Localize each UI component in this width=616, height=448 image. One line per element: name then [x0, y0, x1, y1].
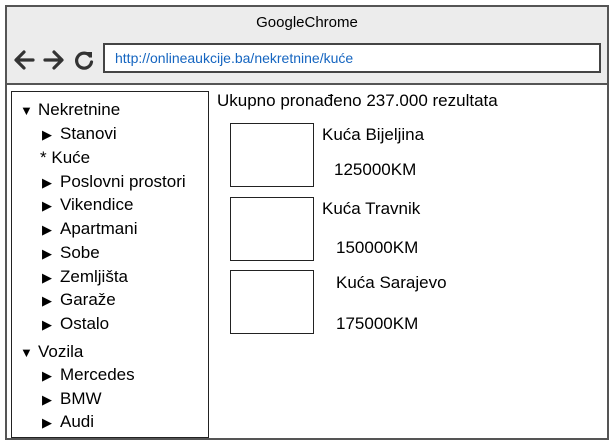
result-title[interactable]: Kuća Bijeljina [322, 125, 424, 145]
tree-item-label: Stanovi [60, 124, 117, 143]
tree-group-label: Vozila [38, 342, 84, 361]
collapsed-arrow-icon: ▶ [42, 222, 52, 237]
tree-item-garaze[interactable]: ▶ Garaže [42, 290, 116, 310]
collapsed-arrow-icon: ▶ [42, 392, 52, 407]
tree-item-sobe[interactable]: ▶ Sobe [42, 243, 100, 263]
browser-window: GoogleChrome http://onlineaukcije.ba/nek… [5, 5, 609, 440]
results-summary: Ukupno pronađeno 237.000 rezultata [217, 91, 498, 110]
tree-group-label: Nekretnine [38, 100, 121, 119]
tree-item-mercedes[interactable]: ▶ Mercedes [42, 365, 135, 385]
tree-item-label: Apartmani [60, 219, 138, 238]
result-title[interactable]: Kuća Travnik [322, 199, 420, 219]
tree-item-apartmani[interactable]: ▶ Apartmani [42, 219, 137, 239]
tree-item-stanovi[interactable]: ▶ Stanovi [42, 124, 117, 144]
tree-item-zemljista[interactable]: ▶ Zemljišta [42, 267, 128, 287]
tree-item-label: Kuće [51, 148, 91, 167]
tree-item-label: Poslovni prostori [60, 172, 186, 191]
collapsed-arrow-icon: ▶ [42, 293, 52, 308]
expanded-arrow-icon: ▼ [20, 103, 33, 118]
result-title[interactable]: Kuća Sarajevo [336, 273, 447, 293]
collapsed-arrow-icon: ▶ [42, 317, 52, 332]
tree-item-label: Garaže [60, 290, 116, 309]
tree-item-label: Mercedes [60, 365, 135, 384]
collapsed-arrow-icon: ▶ [42, 270, 52, 285]
collapsed-arrow-icon: ▶ [42, 415, 52, 430]
collapsed-arrow-icon: ▶ [42, 198, 52, 213]
collapsed-arrow-icon: ▶ [42, 368, 52, 383]
tree-item-ostalo[interactable]: ▶ Ostalo [42, 314, 109, 334]
result-price: 125000KM [334, 160, 417, 179]
result-thumbnail[interactable] [230, 270, 314, 334]
result-price: 175000KM [336, 314, 419, 333]
category-sidebar: ▼ Nekretnine ▶ Stanovi * Kuće ▶ Poslovni pr… [11, 91, 209, 438]
tree-item-poslovni-prostori[interactable]: ▶ Poslovni prostori [42, 172, 186, 192]
result-thumbnail[interactable] [230, 123, 314, 187]
tree-item-label: Ostalo [60, 314, 110, 333]
back-arrow-icon[interactable] [13, 49, 35, 71]
tree-item-label: Audi [60, 412, 95, 431]
tree-item-label: Zemljišta [60, 267, 129, 286]
address-bar[interactable]: http://onlineaukcije.ba/nekretnine/kuće [103, 43, 601, 73]
tree-group-vozila[interactable]: ▼ Vozila [20, 342, 83, 362]
tree-item-label: Sobe [60, 243, 100, 262]
tree-group-nekretnine[interactable]: ▼ Nekretnine [20, 100, 120, 120]
tree-item-vikendice[interactable]: ▶ Vikendice [42, 195, 133, 215]
expanded-arrow-icon: ▼ [20, 345, 33, 360]
result-thumbnail[interactable] [230, 197, 314, 261]
browser-toolbar: http://onlineaukcije.ba/nekretnine/kuće [7, 39, 607, 85]
tree-item-bmw[interactable]: ▶ BMW [42, 389, 102, 409]
collapsed-arrow-icon: ▶ [42, 246, 52, 261]
result-price: 150000KM [336, 238, 419, 257]
tree-item-label: Vikendice [60, 195, 134, 214]
collapsed-arrow-icon: ▶ [42, 127, 52, 142]
window-title: GoogleChrome [7, 7, 607, 39]
selected-marker: * [40, 148, 47, 167]
reload-icon[interactable] [73, 49, 95, 71]
tree-item-label: BMW [60, 389, 102, 408]
collapsed-arrow-icon: ▶ [42, 175, 52, 190]
forward-arrow-icon[interactable] [43, 49, 65, 71]
tree-item-audi[interactable]: ▶ Audi [42, 412, 94, 432]
tree-item-kuce[interactable]: * Kuće [40, 148, 90, 168]
